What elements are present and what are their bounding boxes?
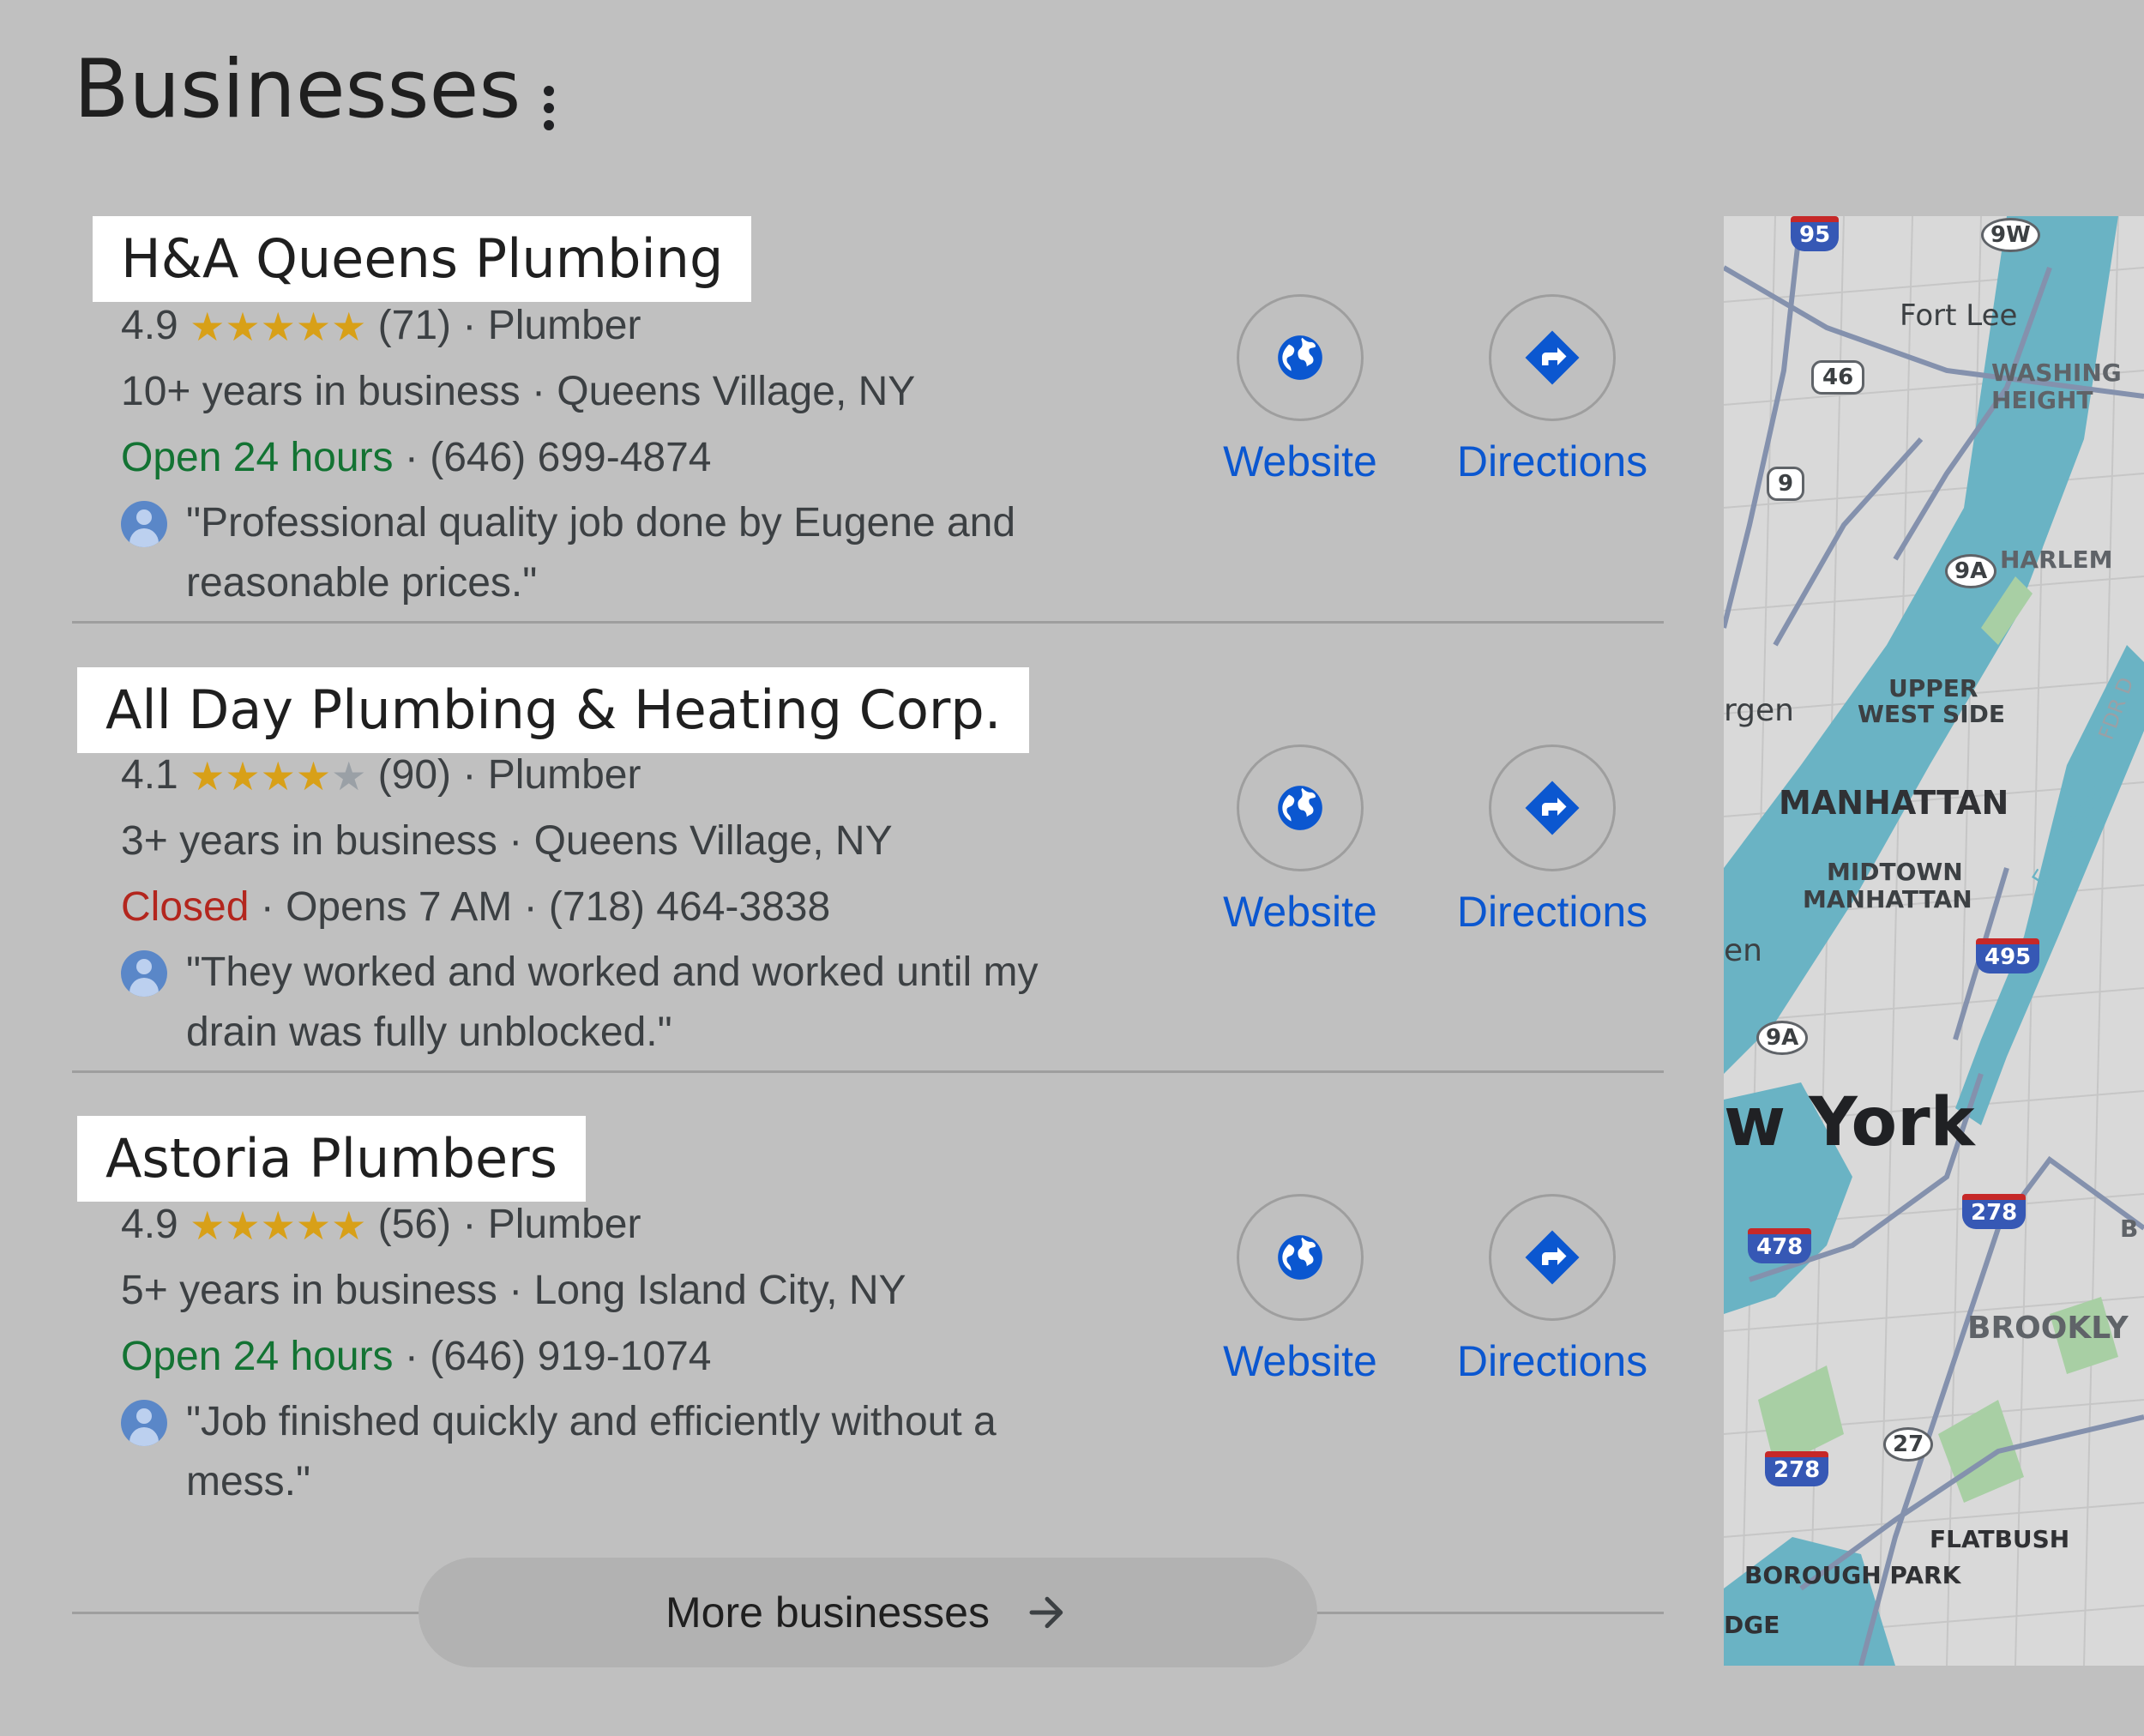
route-shield-icon: 27 — [1883, 1427, 1934, 1462]
hours-phone-line: Closed · Opens 7 AM · (718) 464-3838 — [121, 884, 831, 930]
business-details: 5+ years in business · Long Island City,… — [121, 1268, 906, 1313]
rating-line: 4.9 ★★★★★ (71) · Plumber — [121, 300, 641, 353]
map-label: WEST SIDE — [1858, 700, 2005, 728]
business-category: Plumber — [487, 752, 641, 798]
interstate-shield-icon: 278 — [1962, 1194, 2027, 1229]
directions-icon — [1525, 1230, 1580, 1285]
divider — [72, 1070, 1664, 1073]
phone-number[interactable]: (646) 699-4874 — [430, 435, 711, 480]
business-name[interactable]: All Day Plumbing & Heating Corp. — [77, 667, 1030, 753]
hours-phone-line: Open 24 hours · (646) 699-4874 — [121, 435, 712, 480]
directions-icon — [1525, 781, 1580, 835]
review-count[interactable]: (56) — [378, 1202, 451, 1247]
section-title: Businesses — [74, 43, 521, 136]
directions-label: Directions — [1456, 888, 1648, 936]
map-label: B — [2120, 1215, 2139, 1243]
directions-icon — [1525, 330, 1580, 385]
review-snippet: "They worked and worked and worked until… — [186, 949, 1039, 1055]
closed-status: Closed — [121, 884, 250, 930]
website-label: Website — [1223, 888, 1377, 936]
open-status: Open 24 hours — [121, 1334, 394, 1379]
globe-icon — [1278, 1235, 1322, 1280]
hours-phone-line: Open 24 hours · (646) 919-1074 — [121, 1334, 712, 1379]
more-businesses-label: More businesses — [665, 1588, 990, 1637]
globe-icon — [1278, 335, 1322, 380]
map-label: HEIGHT — [1991, 386, 2093, 414]
opening-time: Opens 7 AM — [286, 884, 513, 930]
business-category: Plumber — [487, 303, 641, 348]
star-rating-icon: ★★★★★ — [190, 304, 367, 349]
business-details: 10+ years in business · Queens Village, … — [121, 369, 916, 414]
map-label: MANHATTAN — [1779, 784, 2009, 822]
interstate-shield-icon: 278 — [1765, 1451, 1829, 1486]
star-rating-icon: ★★★★★ — [190, 1203, 367, 1248]
more-vert-icon[interactable] — [540, 86, 557, 130]
map-label: MIDTOWN — [1827, 858, 1963, 886]
map-label: Fort Lee — [1900, 298, 2018, 333]
map-label: FLATBUSH — [1930, 1525, 2070, 1553]
website-button[interactable]: Website — [1201, 744, 1399, 937]
map-label: BROOKLY — [1967, 1311, 2129, 1346]
rating-value: 4.9 — [121, 303, 178, 348]
map-label: HARLEM — [2000, 546, 2113, 574]
interstate-shield-icon: 478 — [1748, 1228, 1812, 1263]
map-label: UPPER — [1888, 674, 1978, 702]
route-shield-icon: 9W — [1981, 218, 2040, 252]
star-rating-icon: ★★★★★ — [190, 754, 367, 799]
website-button[interactable]: Website — [1201, 294, 1399, 486]
globe-icon — [1278, 786, 1322, 830]
directions-button[interactable]: Directions — [1454, 744, 1651, 937]
directions-button[interactable]: Directions — [1454, 294, 1651, 486]
directions-button[interactable]: Directions — [1454, 1194, 1651, 1386]
map-label: w York — [1724, 1084, 1975, 1161]
route-shield-icon: 46 — [1811, 360, 1865, 395]
map-label: MANHATTAN — [1803, 885, 1972, 913]
website-button[interactable]: Website — [1201, 1194, 1399, 1386]
rating-line: 4.1 ★★★★★ (90) · Plumber — [121, 750, 641, 803]
interstate-shield-icon: 95 — [1791, 216, 1840, 251]
map-label: WASHING — [1991, 359, 2122, 387]
route-shield-icon: 9 — [1767, 467, 1805, 501]
phone-number[interactable]: (646) 919-1074 — [430, 1334, 711, 1379]
map-label: rgen — [1724, 693, 1794, 728]
business-name[interactable]: Astoria Plumbers — [77, 1116, 586, 1202]
rating-value: 4.1 — [121, 752, 178, 798]
open-status: Open 24 hours — [121, 435, 394, 480]
map-label: en — [1724, 933, 1762, 968]
website-label: Website — [1223, 1337, 1377, 1385]
review-count[interactable]: (90) — [378, 752, 451, 798]
map-background — [1724, 216, 2144, 1666]
rating-line: 4.9 ★★★★★ (56) · Plumber — [121, 1199, 641, 1252]
directions-label: Directions — [1456, 437, 1648, 485]
map-label: DGE — [1724, 1611, 1780, 1639]
business-category: Plumber — [487, 1202, 641, 1247]
map[interactable]: Fort Lee WASHING HEIGHT HARLEM rgen UPPE… — [1724, 216, 2144, 1666]
route-shield-icon: 9A — [1945, 554, 1997, 588]
directions-label: Directions — [1456, 1337, 1648, 1385]
map-label: BOROUGH PARK — [1744, 1561, 1961, 1589]
rating-value: 4.9 — [121, 1202, 178, 1247]
interstate-shield-icon: 495 — [1976, 938, 2040, 973]
business-name[interactable]: H&A Queens Plumbing — [93, 216, 752, 302]
route-shield-icon: 9A — [1756, 1021, 1809, 1055]
more-businesses-button[interactable]: More businesses — [419, 1558, 1317, 1667]
website-label: Website — [1223, 437, 1377, 485]
business-details: 3+ years in business · Queens Village, N… — [121, 818, 893, 864]
arrow-right-icon — [1029, 1596, 1063, 1629]
review-snippet: "Professional quality job done by Eugene… — [186, 500, 1016, 606]
divider — [72, 621, 1664, 624]
review-count[interactable]: (71) — [378, 303, 451, 348]
phone-number[interactable]: (718) 464-3838 — [549, 884, 830, 930]
review-snippet: "Job finished quickly and efficiently wi… — [186, 1399, 997, 1504]
